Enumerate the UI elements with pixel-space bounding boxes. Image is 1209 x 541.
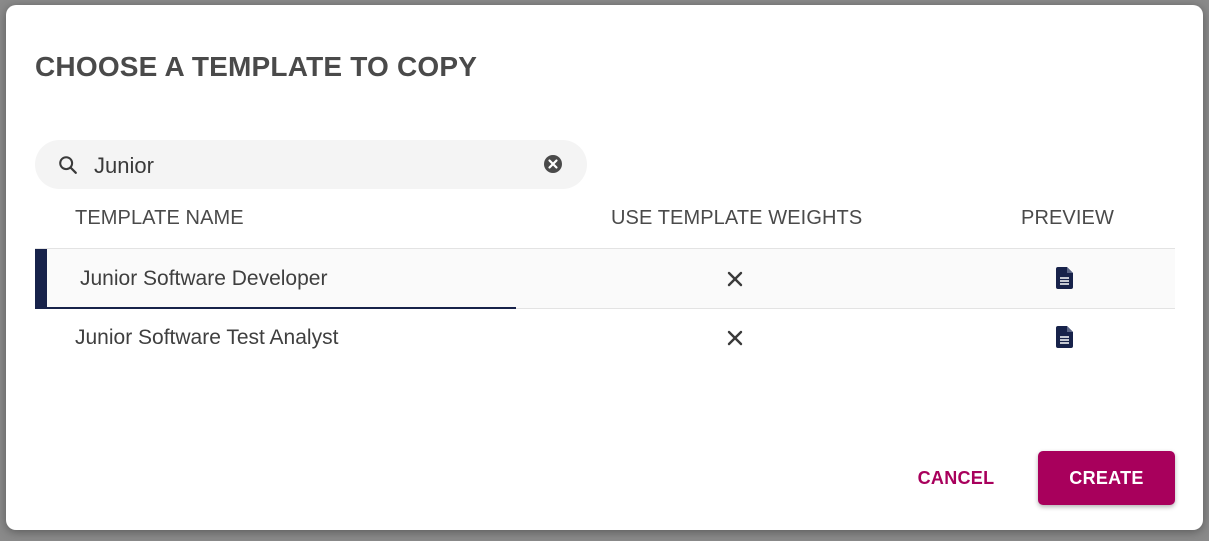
document-icon[interactable]	[1056, 267, 1074, 289]
document-icon[interactable]	[1056, 326, 1074, 348]
search-input[interactable]	[92, 150, 536, 182]
table-row[interactable]: Junior Software Developer	[35, 248, 1175, 309]
template-name: Junior Software Developer	[80, 267, 328, 290]
choose-template-dialog: CHOOSE A TEMPLATE TO COPY TEMPLATE NAME …	[6, 5, 1203, 530]
column-header-use-template-weights: USE TEMPLATE WEIGHTS	[611, 207, 863, 229]
create-button[interactable]: CREATE	[1038, 451, 1175, 505]
close-icon	[727, 330, 743, 346]
cancel-button[interactable]: CANCEL	[906, 451, 1006, 505]
search-icon	[59, 156, 77, 174]
column-header-preview: PREVIEW	[1021, 207, 1114, 229]
selected-row-indicator	[35, 249, 47, 308]
table-row[interactable]: Junior Software Test Analyst	[35, 308, 1175, 367]
dialog-title: CHOOSE A TEMPLATE TO COPY	[35, 51, 478, 82]
column-header-template-name: TEMPLATE NAME	[75, 207, 244, 229]
template-name: Junior Software Test Analyst	[75, 326, 339, 349]
close-icon	[727, 271, 743, 287]
clear-icon[interactable]	[543, 154, 563, 174]
search-box[interactable]	[35, 140, 587, 189]
